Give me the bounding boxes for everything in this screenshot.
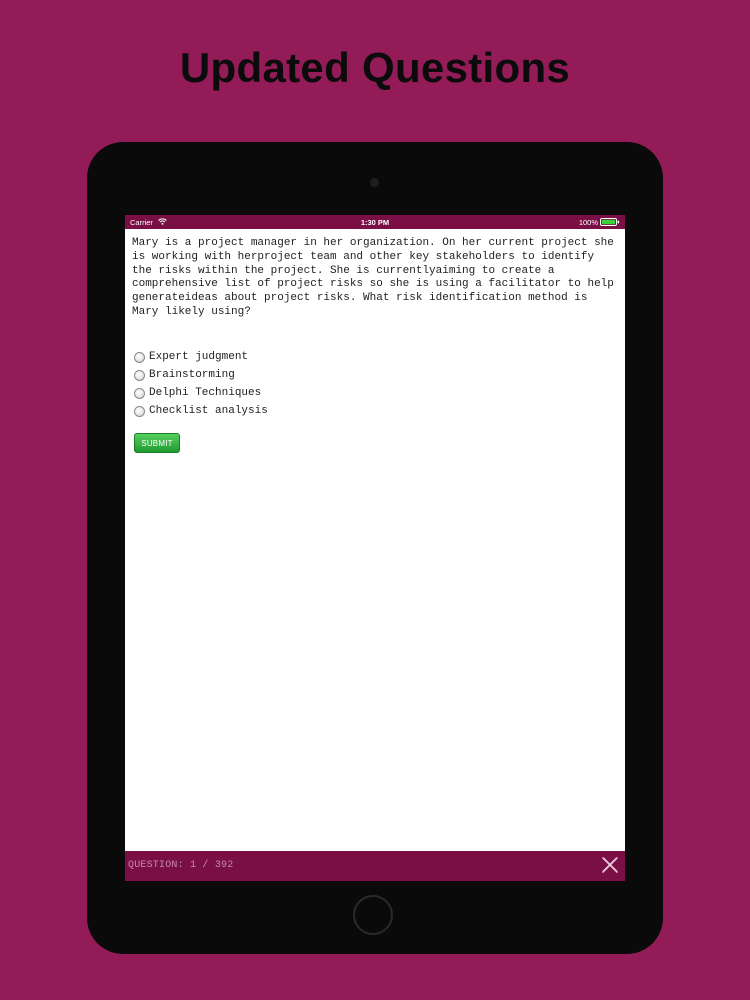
question-counter: QUESTION: 1 / 392 <box>128 860 234 871</box>
answer-option-3[interactable]: Delphi Techniques <box>134 384 434 402</box>
answer-option-label: Brainstorming <box>149 369 235 381</box>
battery-full-icon <box>600 218 620 226</box>
page-headline: Updated Questions <box>179 44 571 91</box>
answer-option-1[interactable]: Expert judgment <box>134 348 434 366</box>
submit-button[interactable]: SUBMIT <box>134 433 180 453</box>
status-time: 1:30 PM <box>360 218 390 227</box>
answer-options: Expert judgment Brainstorming Delphi Tec… <box>134 348 434 420</box>
answer-option-2[interactable]: Brainstorming <box>134 366 434 384</box>
status-battery-percent: 100% <box>578 218 598 227</box>
close-icon[interactable] <box>600 855 620 875</box>
radio-button[interactable] <box>134 387 145 399</box>
answer-option-label: Delphi Techniques <box>149 387 262 399</box>
radio-button[interactable] <box>134 405 145 417</box>
radio-button[interactable] <box>134 369 145 381</box>
home-button[interactable] <box>353 895 393 935</box>
radio-button[interactable] <box>134 351 145 363</box>
camera-icon <box>370 178 379 187</box>
app-screen: Carrier 1:30 PM 100% Mary is a project m… <box>125 215 625 881</box>
footer-bar: QUESTION: 1 / 392 <box>125 851 625 881</box>
tablet-frame: Carrier 1:30 PM 100% Mary is a project m… <box>87 142 663 954</box>
status-bar: Carrier 1:30 PM 100% <box>125 215 625 229</box>
answer-option-4[interactable]: Checklist analysis <box>134 402 434 420</box>
answer-option-label: Expert judgment <box>149 351 249 363</box>
answer-option-label: Checklist analysis <box>149 405 268 417</box>
question-text: Mary is a project manager in her organiz… <box>132 237 614 318</box>
